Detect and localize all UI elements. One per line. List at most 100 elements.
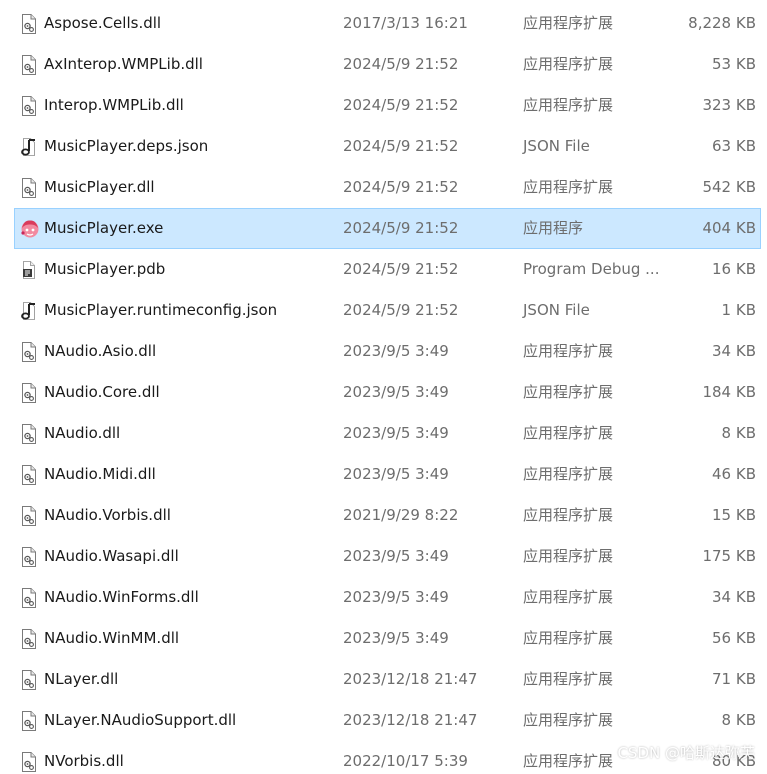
file-name: MusicPlayer.exe <box>44 219 164 237</box>
file-row[interactable]: MusicPlayer.deps.json 2024/5/9 21:52 JSON … <box>14 126 761 167</box>
file-row[interactable]: NAudio.WinMM.dll 2023/9/5 3:49 应用程序扩展 56 KB <box>14 618 761 659</box>
file-type: 应用程序扩展 <box>523 424 614 442</box>
file-size: 8 KB <box>721 424 756 442</box>
file-row[interactable]: AxInterop.WMPLib.dll 2024/5/9 21:52 应用程序扩展… <box>14 44 761 85</box>
file-type: 应用程序扩展 <box>523 178 614 196</box>
file-row[interactable]: NAudio.Wasapi.dll 2023/9/5 3:49 应用程序扩展 175 … <box>14 536 761 577</box>
exe-app-icon <box>20 219 39 239</box>
file-type: Program Debug ... <box>523 260 660 278</box>
file-name: Interop.WMPLib.dll <box>44 96 184 114</box>
file-date-modified: 2024/5/9 21:52 <box>343 137 459 155</box>
file-name: MusicPlayer.pdb <box>44 260 166 278</box>
file-row[interactable]: MusicPlayer.runtimeconfig.json 2024/5/9 2… <box>14 290 761 331</box>
file-row[interactable]: MusicPlayer.exe 2024/5/9 21:52 应用程序 404 KB <box>14 208 761 249</box>
file-name: MusicPlayer.deps.json <box>44 137 209 155</box>
file-row[interactable]: NAudio.dll 2023/9/5 3:49 应用程序扩展 8 KB <box>14 413 761 454</box>
file-size: 8 KB <box>721 711 756 729</box>
file-name: NLayer.dll <box>44 670 119 688</box>
file-date-modified: 2023/12/18 21:47 <box>343 670 478 688</box>
dll-file-icon <box>20 178 38 198</box>
file-size: 542 KB <box>702 178 756 196</box>
file-date-modified: 2023/9/5 3:49 <box>343 424 449 442</box>
file-name: NAudio.WinMM.dll <box>44 629 180 647</box>
file-date-modified: 2024/5/9 21:52 <box>343 96 459 114</box>
file-date-modified: 2023/12/18 21:47 <box>343 711 478 729</box>
dll-file-icon <box>20 383 38 403</box>
file-row[interactable]: NLayer.NAudioSupport.dll 2023/12/18 21:47… <box>14 700 761 741</box>
file-name: NVorbis.dll <box>44 752 124 770</box>
file-row[interactable]: NLayer.dll 2023/12/18 21:47 应用程序扩展 71 KB <box>14 659 761 700</box>
file-name: AxInterop.WMPLib.dll <box>44 55 203 73</box>
file-list: Aspose.Cells.dll 2017/3/13 16:21 应用程序扩展 8,2… <box>0 3 767 774</box>
watermark: CSDN @哈斯达弥芙 <box>617 744 755 762</box>
json-file-icon <box>20 301 38 321</box>
dll-file-icon <box>20 711 38 731</box>
file-type: 应用程序扩展 <box>523 752 614 770</box>
dll-file-icon <box>20 424 38 444</box>
file-row[interactable]: Aspose.Cells.dll 2017/3/13 16:21 应用程序扩展 8,2… <box>14 3 761 44</box>
file-date-modified: 2023/9/5 3:49 <box>343 342 449 360</box>
file-date-modified: 2023/9/5 3:49 <box>343 629 449 647</box>
file-row[interactable]: NAudio.Vorbis.dll 2021/9/29 8:22 应用程序扩展 15 … <box>14 495 761 536</box>
file-row[interactable]: MusicPlayer.pdb 2024/5/9 21:52 Program Deb… <box>14 249 761 290</box>
dll-file-icon <box>20 342 38 362</box>
file-name: NAudio.Wasapi.dll <box>44 547 179 565</box>
file-date-modified: 2023/9/5 3:49 <box>343 547 449 565</box>
file-size: 53 KB <box>712 55 756 73</box>
file-size: 34 KB <box>712 588 756 606</box>
file-name: NAudio.WinForms.dll <box>44 588 199 606</box>
file-row[interactable]: MusicPlayer.dll 2024/5/9 21:52 应用程序扩展 542 K… <box>14 167 761 208</box>
file-type: 应用程序扩展 <box>523 670 614 688</box>
file-size: 63 KB <box>712 137 756 155</box>
file-row[interactable]: NAudio.Asio.dll 2023/9/5 3:49 应用程序扩展 34 KB <box>14 331 761 372</box>
file-date-modified: 2021/9/29 8:22 <box>343 506 459 524</box>
dll-file-icon <box>20 752 38 772</box>
file-type: JSON File <box>523 137 590 155</box>
file-type: 应用程序扩展 <box>523 629 614 647</box>
file-size: 56 KB <box>712 629 756 647</box>
file-type: 应用程序扩展 <box>523 465 614 483</box>
file-date-modified: 2024/5/9 21:52 <box>343 219 459 237</box>
file-type: 应用程序扩展 <box>523 96 614 114</box>
file-date-modified: 2024/5/9 21:52 <box>343 260 459 278</box>
json-file-icon <box>20 137 38 157</box>
file-size: 404 KB <box>702 219 756 237</box>
pdb-file-icon <box>20 260 38 280</box>
file-type: 应用程序 <box>523 219 584 237</box>
file-name: MusicPlayer.runtimeconfig.json <box>44 301 278 319</box>
dll-file-icon <box>20 670 38 690</box>
file-date-modified: 2023/9/5 3:49 <box>343 383 449 401</box>
file-size: 71 KB <box>712 670 756 688</box>
file-name: MusicPlayer.dll <box>44 178 155 196</box>
file-type: 应用程序扩展 <box>523 14 614 32</box>
dll-file-icon <box>20 547 38 567</box>
file-name: NAudio.Vorbis.dll <box>44 506 171 524</box>
file-size: 46 KB <box>712 465 756 483</box>
file-type: JSON File <box>523 301 590 319</box>
file-name: NAudio.Asio.dll <box>44 342 157 360</box>
file-size: 15 KB <box>712 506 756 524</box>
file-date-modified: 2024/5/9 21:52 <box>343 55 459 73</box>
dll-file-icon <box>20 55 38 75</box>
dll-file-icon <box>20 465 38 485</box>
file-type: 应用程序扩展 <box>523 547 614 565</box>
file-row[interactable]: NAudio.Midi.dll 2023/9/5 3:49 应用程序扩展 46 KB <box>14 454 761 495</box>
dll-file-icon <box>20 14 38 34</box>
file-name: NAudio.Core.dll <box>44 383 160 401</box>
file-name: Aspose.Cells.dll <box>44 14 162 32</box>
dll-file-icon <box>20 629 38 649</box>
file-type: 应用程序扩展 <box>523 506 614 524</box>
file-type: 应用程序扩展 <box>523 342 614 360</box>
file-size: 16 KB <box>712 260 756 278</box>
file-row[interactable]: Interop.WMPLib.dll 2024/5/9 21:52 应用程序扩展 32… <box>14 85 761 126</box>
file-row[interactable]: NAudio.Core.dll 2023/9/5 3:49 应用程序扩展 184 KB <box>14 372 761 413</box>
file-size: 8,228 KB <box>688 14 756 32</box>
file-date-modified: 2023/9/5 3:49 <box>343 465 449 483</box>
file-date-modified: 2024/5/9 21:52 <box>343 301 459 319</box>
file-date-modified: 2022/10/17 5:39 <box>343 752 468 770</box>
file-size: 175 KB <box>702 547 756 565</box>
file-type: 应用程序扩展 <box>523 383 614 401</box>
file-row[interactable]: NAudio.WinForms.dll 2023/9/5 3:49 应用程序扩展 34… <box>14 577 761 618</box>
file-date-modified: 2024/5/9 21:52 <box>343 178 459 196</box>
file-name: NAudio.Midi.dll <box>44 465 156 483</box>
